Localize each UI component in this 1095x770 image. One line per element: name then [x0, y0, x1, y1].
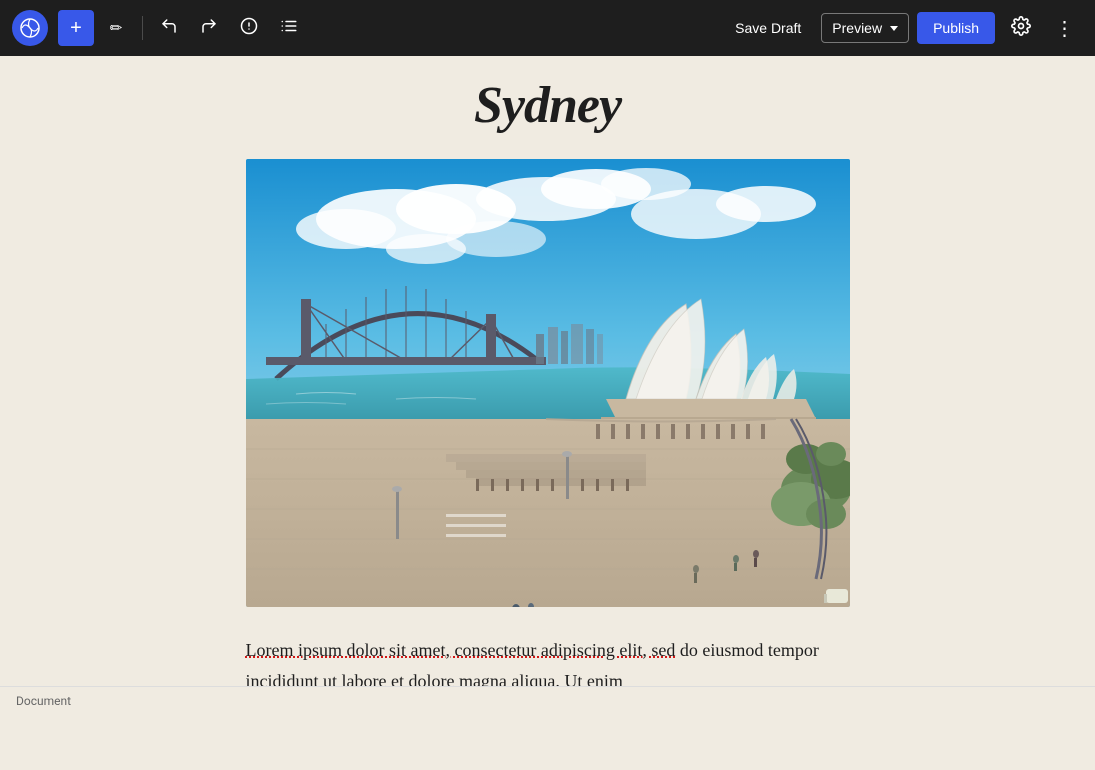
- ellipsis-icon: ⋮: [1055, 16, 1076, 41]
- save-draft-button[interactable]: Save Draft: [723, 14, 813, 42]
- toolbar-right: Save Draft Preview Publish ⋮: [723, 10, 1083, 46]
- tools-button[interactable]: ✏: [98, 10, 134, 46]
- toolbar-divider: [142, 16, 143, 40]
- undo-icon: [160, 17, 178, 40]
- undo-button[interactable]: [151, 10, 187, 46]
- more-options-button[interactable]: ⋮: [1047, 10, 1083, 46]
- editor-area: Sydney: [0, 56, 1095, 752]
- post-title[interactable]: Sydney: [238, 76, 858, 135]
- details-button[interactable]: [231, 10, 267, 46]
- redo-button[interactable]: [191, 10, 227, 46]
- image-block[interactable]: [246, 159, 850, 607]
- preview-label: Preview: [832, 20, 882, 36]
- pen-icon: ✏: [110, 19, 123, 37]
- sydney-image: [246, 159, 850, 607]
- preview-button[interactable]: Preview: [821, 13, 909, 43]
- list-view-icon: [280, 17, 298, 40]
- preview-chevron-icon: [890, 26, 898, 31]
- document-label: Document: [16, 694, 71, 708]
- status-bar: Document: [0, 686, 1095, 714]
- settings-button[interactable]: [1003, 10, 1039, 46]
- redo-icon: [200, 17, 218, 40]
- wordpress-logo[interactable]: [12, 10, 48, 46]
- plus-icon: +: [70, 17, 82, 40]
- list-view-button[interactable]: [271, 10, 307, 46]
- underlined-text-lorem: Lorem ipsum dolor sit amet, consectetur …: [246, 640, 676, 660]
- gear-icon: [1011, 16, 1031, 41]
- publish-button[interactable]: Publish: [917, 12, 995, 44]
- add-block-button[interactable]: +: [58, 10, 94, 46]
- toolbar: + ✏: [0, 0, 1095, 56]
- info-icon: [240, 17, 258, 40]
